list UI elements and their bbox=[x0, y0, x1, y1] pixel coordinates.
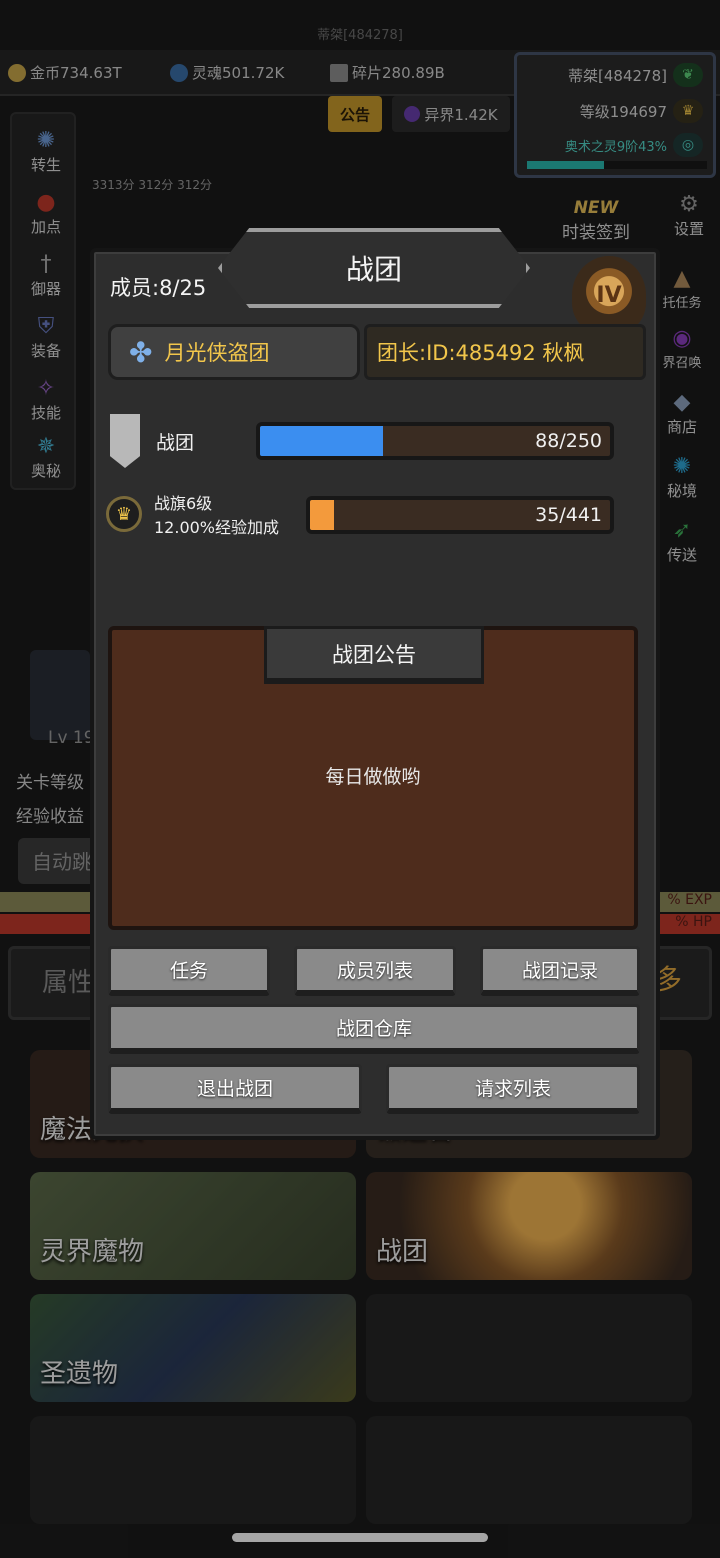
flag-progress-fill bbox=[310, 500, 334, 530]
quit-guild-button[interactable]: 退出战团 bbox=[108, 1064, 362, 1114]
flag-progress-text: 35/441 bbox=[535, 504, 602, 526]
flag-progress-bar: 35/441 bbox=[306, 496, 614, 534]
tasks-button[interactable]: 任务 bbox=[108, 946, 270, 996]
guild-leader-box: 团长:ID:485492 秋枫 bbox=[364, 324, 646, 380]
flag-level: 战旗6级 bbox=[154, 494, 213, 513]
guild-progress-fill bbox=[260, 426, 384, 456]
guild-notice-text: 每日做做哟 bbox=[325, 766, 421, 788]
guild-records-button[interactable]: 战团记录 bbox=[480, 946, 640, 996]
flag-info: 战旗6级 12.00%经验加成 bbox=[154, 492, 279, 540]
guild-progress-label: 战团 bbox=[156, 432, 195, 454]
request-list-button[interactable]: 请求列表 bbox=[386, 1064, 640, 1114]
guild-name: 月光侠盗团 bbox=[164, 341, 270, 365]
member-count: 成员:8/25 bbox=[110, 276, 207, 300]
flag-exp-bonus: 12.00%经验加成 bbox=[154, 518, 280, 537]
modal-title: 战团 bbox=[345, 253, 402, 286]
guild-progress-bar: 88/250 bbox=[256, 422, 614, 460]
crown-icon: ♛ bbox=[106, 496, 142, 532]
guild-emblem-icon: ✤ bbox=[129, 335, 153, 369]
guild-progress-text: 88/250 bbox=[535, 430, 602, 452]
guild-name-box: ✤ 月光侠盗团 bbox=[108, 324, 360, 380]
guild-warehouse-button[interactable]: 战团仓库 bbox=[108, 1004, 640, 1054]
modal-title-plate: 战团 bbox=[218, 228, 530, 308]
guild-rank-badge-icon: IV bbox=[572, 256, 646, 334]
guild-notice-header: 战团公告 bbox=[264, 626, 484, 684]
guild-notice-title: 战团公告 bbox=[332, 642, 416, 667]
guild-leader: 团长:ID:485492 秋枫 bbox=[377, 341, 585, 365]
member-list-button[interactable]: 成员列表 bbox=[294, 946, 456, 996]
